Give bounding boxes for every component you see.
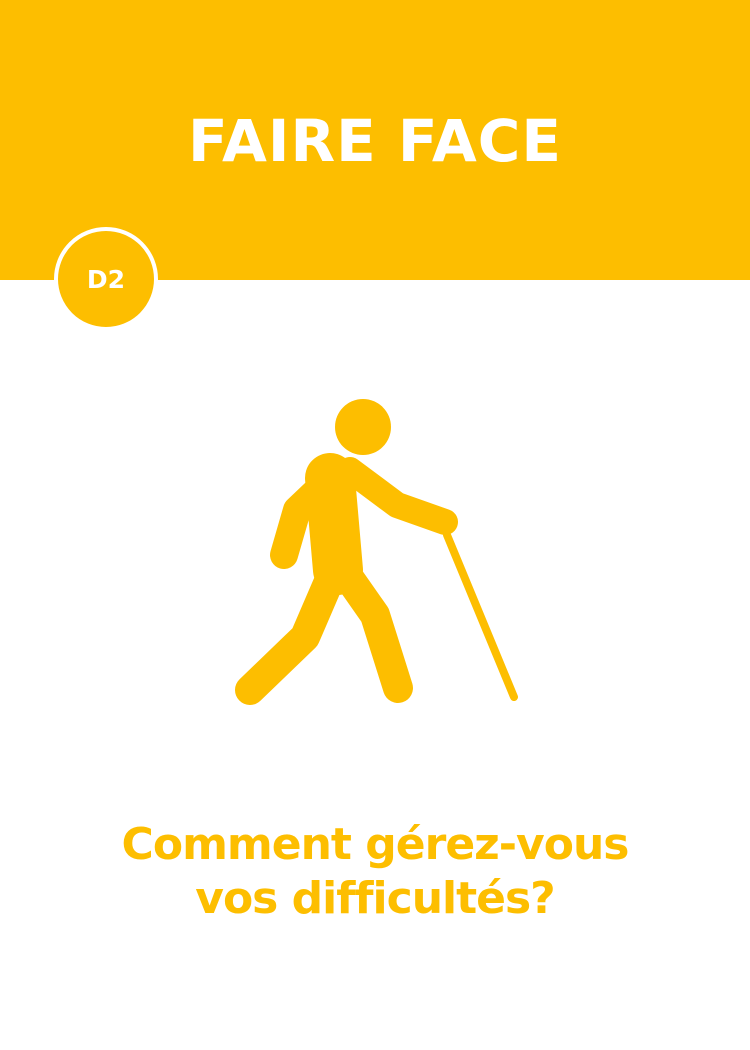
card: FAIRE FACE D2 Comment gérez-vous vos dif…	[0, 0, 750, 1050]
badge-label: D2	[86, 264, 126, 294]
card-title: FAIRE FACE	[188, 107, 562, 175]
question-line-1: Comment gérez-vous	[121, 819, 630, 870]
person-walking-with-cane-icon	[235, 399, 518, 705]
card-code-badge: D2	[54, 227, 158, 331]
card-question: Comment gérez-vous vos difficultés?	[0, 818, 750, 926]
question-line-2: vos difficultés?	[195, 873, 555, 924]
